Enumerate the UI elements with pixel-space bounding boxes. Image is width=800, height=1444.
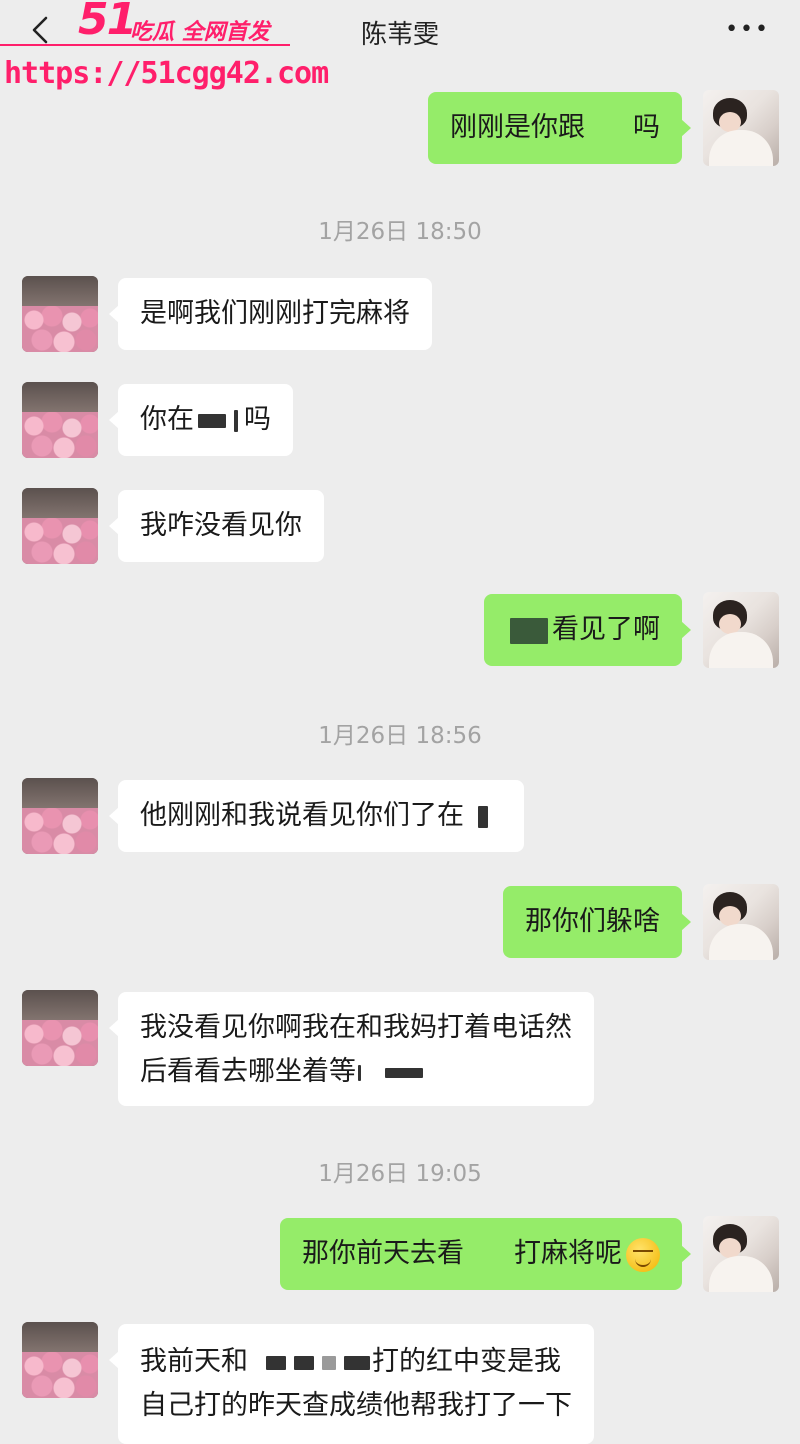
- message-text: 吗: [633, 112, 660, 143]
- redaction-mark: [358, 1064, 361, 1081]
- message-bubble-incoming[interactable]: 他刚刚和我说看见你们了在: [109, 780, 524, 852]
- contact-avatar[interactable]: [22, 276, 98, 352]
- message-text: 吗: [244, 404, 271, 435]
- message-text: 你在: [140, 404, 194, 435]
- self-avatar[interactable]: [703, 90, 779, 166]
- message-bubble-incoming[interactable]: 我咋没看见你: [109, 490, 324, 562]
- smirk-emoji-icon: [626, 1237, 660, 1272]
- timestamp: 1月26日 19:05: [318, 1161, 482, 1187]
- message-line: 我没看见你啊我在和我妈打着电话然: [140, 1006, 572, 1050]
- message-text: 我咋没看见你: [140, 510, 302, 541]
- message-text: 那你前天去看: [302, 1238, 464, 1269]
- redaction-mark: [478, 805, 488, 828]
- message-line: 自己打的昨天查成绩他帮我打了一下: [140, 1384, 572, 1428]
- contact-avatar[interactable]: [22, 382, 98, 458]
- timestamp: 1月26日 18:56: [318, 723, 482, 749]
- message-bubble-incoming[interactable]: 我前天和 打的红中变是我 自己打的昨天查成绩他帮我打了一下: [109, 1324, 594, 1444]
- message-text: 刚刚是你跟: [450, 112, 585, 143]
- message-bubble-outgoing[interactable]: 刚刚是你跟 吗: [428, 92, 691, 164]
- message-text: 后看看去哪坐着等: [140, 1056, 356, 1087]
- message-line: 后看看去哪坐着等: [140, 1050, 572, 1094]
- self-avatar[interactable]: [703, 884, 779, 960]
- message-bubble-incoming[interactable]: 你在 吗: [109, 384, 293, 456]
- message-text: 是啊我们刚刚打完麻将: [140, 298, 410, 329]
- redaction-mark: [385, 1067, 423, 1078]
- more-dots-icon: •••: [725, 17, 770, 42]
- redaction-mark: [322, 1355, 336, 1370]
- watermark-url: https://51cgg42.com: [4, 56, 329, 91]
- self-avatar[interactable]: [703, 592, 779, 668]
- message-bubble-incoming[interactable]: 我没看见你啊我在和我妈打着电话然 后看看去哪坐着等: [109, 992, 594, 1106]
- redaction-mark: [198, 413, 226, 428]
- message-text: 那你们躲啥: [525, 906, 660, 937]
- message-bubble-outgoing[interactable]: 看见了啊: [484, 594, 691, 666]
- more-options-button[interactable]: •••: [725, 17, 770, 42]
- message-text: 打麻将呢: [514, 1238, 622, 1269]
- message-bubble-incoming[interactable]: 是啊我们刚刚打完麻将: [109, 278, 432, 350]
- redaction-mark: [266, 1355, 286, 1370]
- watermark-slogan: 吃瓜 全网首发: [130, 20, 270, 45]
- redaction-mark: [294, 1355, 314, 1370]
- contact-avatar[interactable]: [22, 1322, 98, 1398]
- timestamp: 1月26日 18:50: [318, 219, 482, 245]
- message-text: 我没看见你啊我在和我妈打着电话然: [140, 1012, 572, 1043]
- redaction-mark: [510, 617, 548, 644]
- redaction-mark: [344, 1355, 370, 1370]
- watermark-divider: [0, 44, 290, 46]
- contact-avatar[interactable]: [22, 990, 98, 1066]
- message-bubble-outgoing[interactable]: 那你前天去看 打麻将呢: [280, 1218, 691, 1290]
- watermark-logo: 51: [78, 0, 137, 45]
- message-text: 打的红中变是我: [372, 1346, 561, 1377]
- site-watermark: 51 吃瓜 全网首发 https://51cgg42.com: [0, 0, 329, 96]
- message-text: 自己打的昨天查成绩他帮我打了一下: [140, 1390, 572, 1421]
- message-text: 看见了啊: [552, 614, 660, 645]
- self-avatar[interactable]: [703, 1216, 779, 1292]
- message-text: 他刚刚和我说看见你们了在: [140, 800, 464, 831]
- message-bubble-outgoing[interactable]: 那你们躲啥: [503, 886, 691, 958]
- message-text: 我前天和: [140, 1346, 248, 1377]
- redaction-mark: [234, 409, 238, 432]
- contact-avatar[interactable]: [22, 488, 98, 564]
- contact-avatar[interactable]: [22, 778, 98, 854]
- message-line: 我前天和 打的红中变是我: [140, 1340, 572, 1384]
